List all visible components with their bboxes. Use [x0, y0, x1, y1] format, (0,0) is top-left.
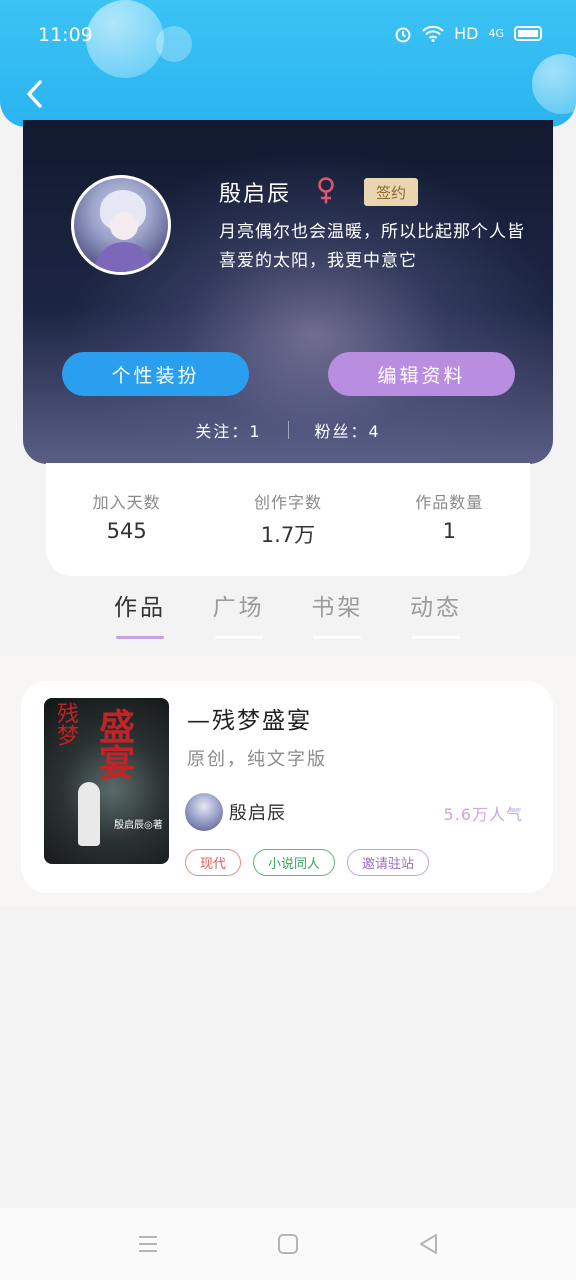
popularity-count: 5.6万人气	[443, 805, 523, 824]
author-name[interactable]: 殷启辰	[229, 799, 286, 825]
cover-caption: 殷启辰◎著	[114, 820, 163, 831]
personal-style-button[interactable]: 个性装扮	[62, 352, 249, 396]
follow-row: 关注：1 粉丝：4	[23, 418, 553, 442]
nickname: 殷启辰	[219, 182, 292, 207]
tab-underline	[313, 636, 362, 639]
tab-activity[interactable]: 动态	[388, 588, 484, 648]
divider	[287, 421, 289, 439]
following-count[interactable]: 关注：1	[195, 418, 261, 442]
tab-bookshelf[interactable]: 书架	[289, 588, 385, 648]
back-button[interactable]	[14, 72, 54, 116]
tag-invited[interactable]: 邀请驻站	[347, 849, 430, 876]
tab-works[interactable]: 作品	[92, 588, 188, 648]
top-header: 11:09 HD 4G	[0, 0, 576, 127]
tab-label: 作品	[114, 595, 166, 621]
status-icons: HD 4G	[394, 24, 542, 43]
tab-underline	[411, 636, 460, 639]
stat-value: 545	[106, 519, 147, 543]
avatar[interactable]	[71, 175, 171, 275]
work-card[interactable]: 残梦 盛宴 殷启辰◎著 —残梦盛宴 原创，纯文字版 殷启辰 5.6万人气 现代 …	[21, 681, 553, 893]
stat-label: 创作字数	[253, 493, 322, 512]
tab-bar: 作品 广场 书架 动态	[92, 588, 484, 648]
fans-count[interactable]: 粉丝：4	[315, 418, 381, 442]
wifi-icon	[422, 25, 444, 42]
tag-list: 现代 小说同人 邀请驻站	[185, 849, 430, 876]
bio-text: 月亮偶尔也会温暖，所以比起那个人皆喜爱的太阳，我更中意它	[219, 222, 525, 271]
stat-works-count: 作品数量 1	[379, 489, 519, 576]
tag-fanfic[interactable]: 小说同人	[253, 849, 336, 876]
cover-title-small: 残梦	[53, 702, 78, 746]
menu-icon	[139, 1236, 157, 1252]
tab-underline	[214, 636, 263, 639]
author-avatar[interactable]	[185, 793, 223, 831]
stat-word-count: 创作字数 1.7万	[218, 489, 358, 576]
tab-label: 广场	[212, 595, 265, 621]
female-icon	[318, 177, 334, 204]
book-cover[interactable]: 残梦 盛宴 殷启辰◎著	[44, 698, 169, 864]
network-indicator: 4G	[488, 27, 504, 40]
stat-join-days: 加入天数 545	[57, 489, 197, 576]
status-time: 11:09	[38, 24, 93, 46]
alarm-icon	[395, 27, 411, 42]
tab-label: 动态	[409, 595, 462, 621]
hd-indicator: HD	[454, 24, 479, 43]
stat-label: 加入天数	[92, 493, 161, 512]
back-nav-button[interactable]	[414, 1230, 442, 1258]
tag-modern[interactable]: 现代	[185, 849, 242, 876]
work-title[interactable]: —残梦盛宴	[187, 701, 312, 735]
triangle-back-icon	[420, 1234, 437, 1254]
cover-title-large: 盛宴	[93, 708, 134, 780]
stat-value: 1	[442, 519, 456, 543]
chevron-left-icon	[27, 80, 42, 108]
decorative-bubble	[532, 54, 576, 114]
decorative-bubble	[156, 26, 192, 62]
signed-badge: 签约	[364, 178, 418, 206]
work-type: 原创，纯文字版	[187, 749, 327, 770]
tab-underline	[116, 636, 164, 639]
menu-button[interactable]	[134, 1230, 162, 1258]
tab-label: 书架	[311, 595, 364, 621]
edit-profile-button[interactable]: 编辑资料	[328, 352, 515, 396]
stat-label: 作品数量	[415, 493, 484, 512]
square-icon	[278, 1234, 298, 1254]
decorative-bubble	[86, 0, 164, 78]
battery-icon	[514, 26, 542, 41]
system-navbar	[0, 1208, 576, 1280]
profile-card: 殷启辰 签约 月亮偶尔也会温暖，所以比起那个人皆喜爱的太阳，我更中意它 个性装扮…	[23, 120, 553, 464]
home-button[interactable]	[274, 1230, 302, 1258]
stat-value: 1.7万	[260, 523, 316, 547]
stats-panel: 加入天数 545 创作字数 1.7万 作品数量 1	[46, 463, 530, 576]
tab-square[interactable]: 广场	[191, 588, 287, 648]
cover-figure	[78, 782, 100, 846]
